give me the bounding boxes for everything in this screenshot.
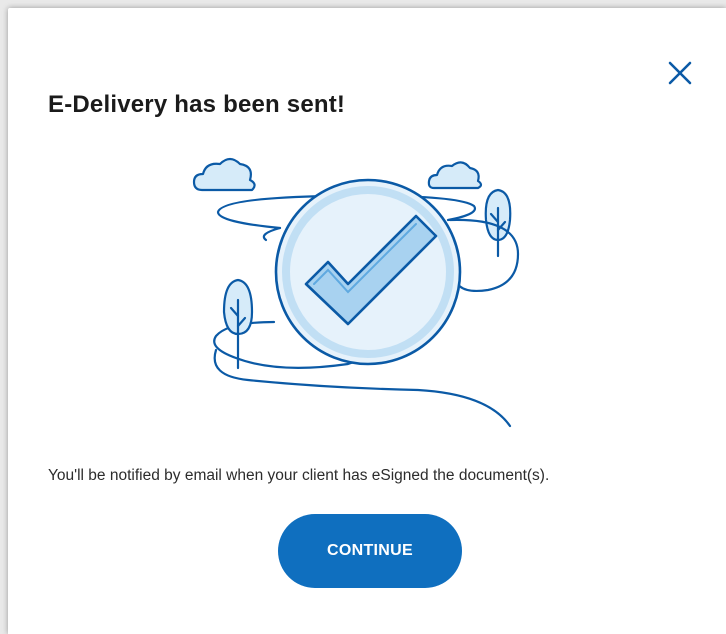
illustration-svg <box>192 157 520 428</box>
continue-button[interactable]: CONTINUE <box>278 514 462 588</box>
cloud-left-icon <box>192 157 256 192</box>
close-button[interactable] <box>666 59 694 87</box>
cloud-right-icon <box>427 161 483 190</box>
orbit-ring-front <box>262 226 282 242</box>
close-icon <box>668 61 692 85</box>
success-checkmark-illustration <box>188 144 528 432</box>
edelivery-sent-dialog: E-Delivery has been sent! You'll be noti… <box>8 8 726 634</box>
dialog-title: E-Delivery has been sent! <box>48 91 346 118</box>
notification-message: You'll be notified by email when your cl… <box>48 467 550 484</box>
